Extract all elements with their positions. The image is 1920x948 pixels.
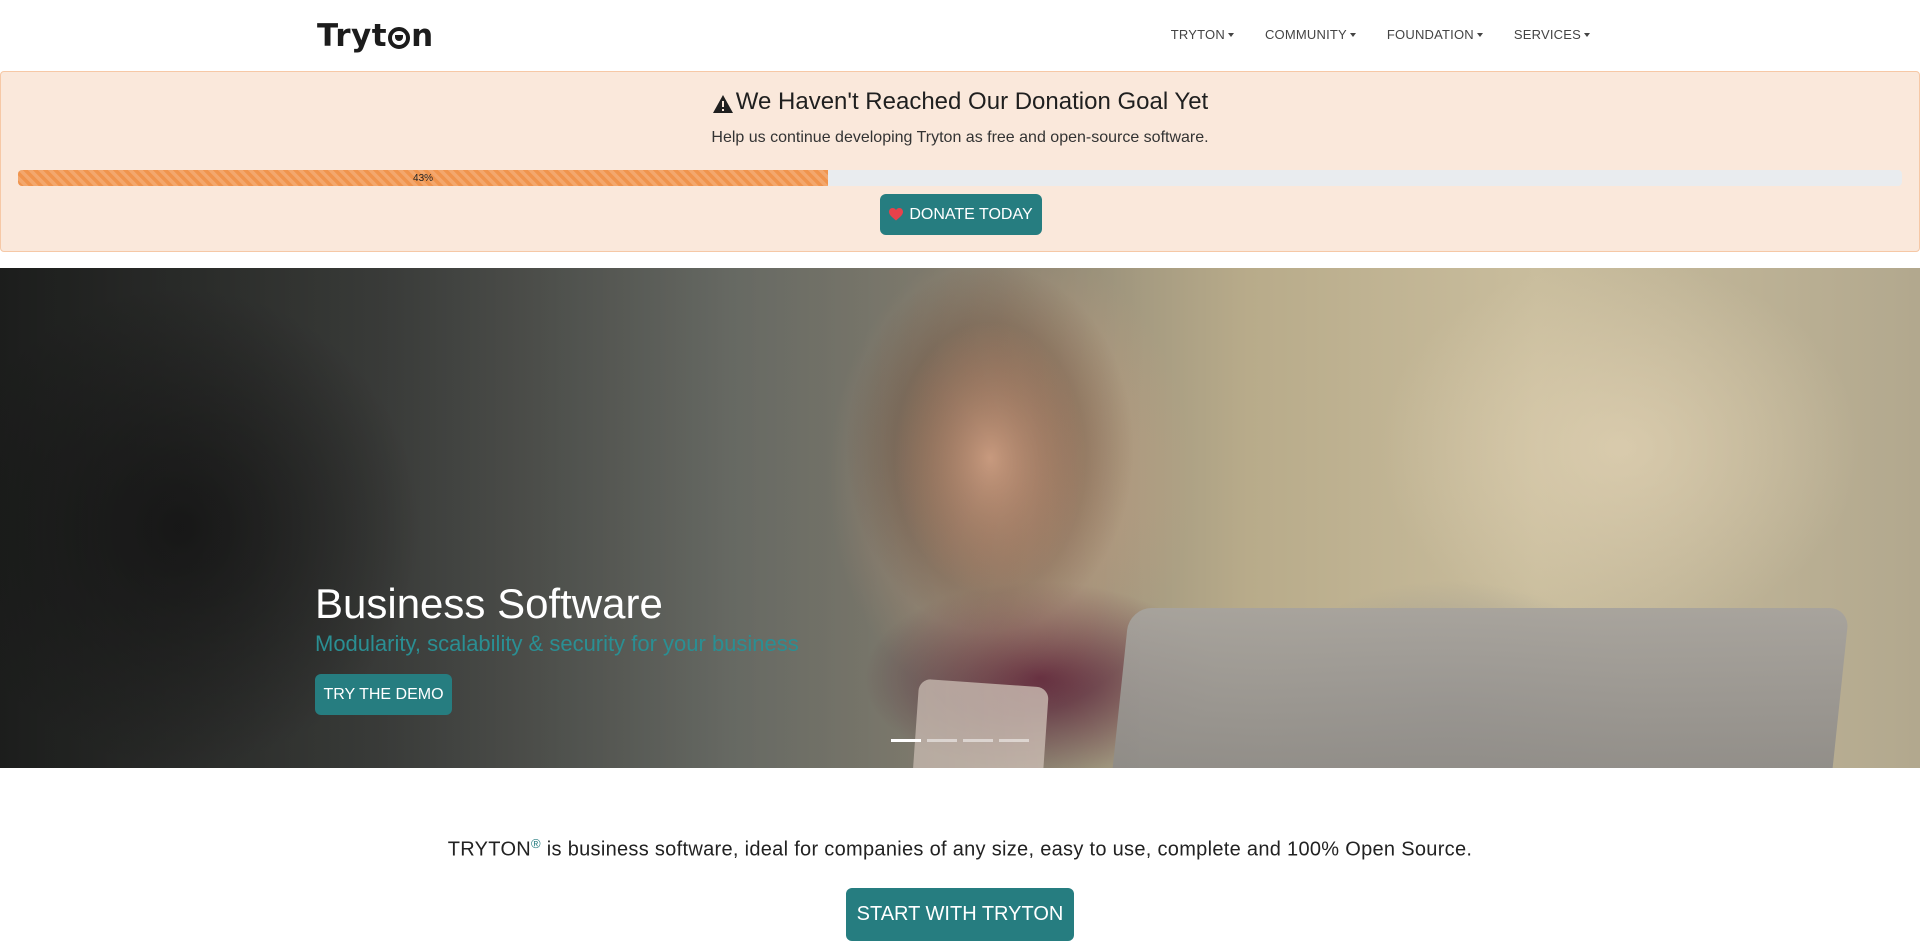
nav-item-tryton[interactable]: TRYTON xyxy=(1171,27,1234,42)
caret-down-icon xyxy=(1349,32,1356,37)
logo-o-mark xyxy=(388,27,411,49)
caret-down-icon xyxy=(1227,32,1234,37)
donate-button-label: DONATE TODAY xyxy=(909,205,1033,223)
hero-subtitle: Modularity, scalability & security for y… xyxy=(315,631,799,656)
nav-label: TRYTON xyxy=(1170,27,1225,42)
navbar: Tryt n TRYTON COMMUNITY FOUNDATION SERVIC… xyxy=(0,0,1920,71)
carousel-indicator-4[interactable] xyxy=(999,739,1029,742)
donation-banner: We Haven't Reached Our Donation Goal Yet… xyxy=(0,71,1920,252)
intro-text: TRYTON® is business software, ideal for … xyxy=(0,836,1920,862)
donation-progress: 43% xyxy=(18,170,1902,186)
progress-label: 43% xyxy=(413,172,434,184)
donation-title: We Haven't Reached Our Donation Goal Yet xyxy=(1,88,1919,116)
nav-item-community[interactable]: COMMUNITY xyxy=(1265,27,1356,42)
logo-text-end: n xyxy=(411,18,434,54)
carousel-indicator-1[interactable] xyxy=(891,739,921,742)
heart-icon xyxy=(889,208,904,221)
nav-label: FOUNDATION xyxy=(1386,27,1474,42)
tryton-logo[interactable]: Tryt n xyxy=(317,18,434,54)
warning-icon xyxy=(712,94,733,113)
try-demo-button[interactable]: TRY THE DEMO xyxy=(315,674,452,715)
carousel-indicator-3[interactable] xyxy=(963,739,993,742)
logo-text-start: Tryt xyxy=(317,18,388,54)
registered-mark: ® xyxy=(531,836,541,851)
hero-carousel: Business Software Modularity, scalabilit… xyxy=(0,268,1920,768)
donation-subtitle: Help us continue developing Tryton as fr… xyxy=(711,129,1209,146)
intro-body: is business software, ideal for companie… xyxy=(540,838,1473,861)
donate-button[interactable]: DONATE TODAY xyxy=(880,194,1042,235)
nav-item-foundation[interactable]: FOUNDATION xyxy=(1387,27,1483,42)
caret-down-icon xyxy=(1476,32,1483,37)
main-nav: TRYTON COMMUNITY FOUNDATION SERVICES xyxy=(1171,27,1590,42)
donation-title-text: We Haven't Reached Our Donation Goal Yet xyxy=(735,88,1209,115)
carousel-indicator-2[interactable] xyxy=(927,739,957,742)
hero-overlay xyxy=(0,268,1920,768)
nav-item-services[interactable]: SERVICES xyxy=(1514,27,1590,42)
carousel-indicators xyxy=(891,739,1029,742)
nav-label: SERVICES xyxy=(1513,27,1581,42)
donation-progress-bar: 43% xyxy=(18,170,829,186)
hero-title: Business Software xyxy=(315,580,663,627)
start-with-tryton-button[interactable]: START WITH TRYTON xyxy=(846,888,1074,941)
caret-down-icon xyxy=(1584,32,1590,37)
intro-brand: TRYTON xyxy=(447,838,532,861)
nav-label: COMMUNITY xyxy=(1264,27,1347,42)
